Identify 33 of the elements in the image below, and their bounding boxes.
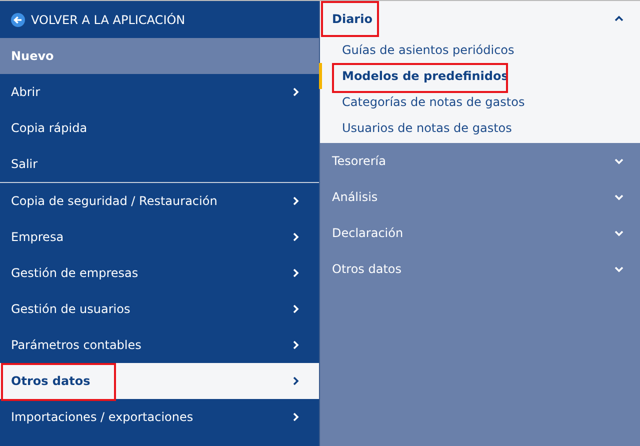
menu-item[interactable]: Importaciones / exportaciones bbox=[0, 399, 319, 435]
chevron-right-icon bbox=[291, 340, 301, 350]
submenu-section[interactable]: Diario bbox=[320, 1, 640, 37]
chevron-right-icon bbox=[291, 268, 301, 278]
menu-item[interactable]: Parámetros contables bbox=[0, 327, 319, 363]
menu-item[interactable]: Empresa bbox=[0, 219, 319, 255]
submenu-section[interactable]: Declaración bbox=[320, 215, 640, 251]
chevron-down-icon bbox=[614, 228, 624, 238]
back-arrow-icon bbox=[11, 12, 25, 26]
menu-item[interactable]: Abrir bbox=[0, 74, 319, 110]
submenu-item[interactable]: Modelos de predefinidos bbox=[320, 63, 640, 89]
chevron-right-icon bbox=[291, 412, 301, 422]
menu-item[interactable]: Copia de seguridad / Restauración bbox=[0, 183, 319, 219]
submenu-section[interactable]: Análisis bbox=[320, 179, 640, 215]
chevron-right-icon bbox=[291, 232, 301, 242]
menu-item[interactable]: Copia rápida bbox=[0, 110, 319, 146]
submenu-section[interactable]: Otros datos bbox=[320, 251, 640, 287]
menu-item[interactable]: Nuevo bbox=[0, 38, 319, 74]
menu-item[interactable]: Gestión de empresas bbox=[0, 255, 319, 291]
chevron-right-icon bbox=[291, 196, 301, 206]
chevron-up-icon bbox=[614, 14, 624, 24]
submenu-item[interactable]: Categorías de notas de gastos bbox=[320, 89, 640, 115]
chevron-down-icon bbox=[614, 192, 624, 202]
menu-item[interactable]: Gestión de usuarios bbox=[0, 291, 319, 327]
submenu-section[interactable]: Tesorería bbox=[320, 143, 640, 179]
chevron-down-icon bbox=[614, 156, 624, 166]
chevron-down-icon bbox=[614, 264, 624, 274]
submenu-item[interactable]: Usuarios de notas de gastos bbox=[320, 115, 640, 141]
submenu-item[interactable]: Guías de asientos periódicos bbox=[320, 37, 640, 63]
chevron-right-icon bbox=[291, 87, 301, 97]
chevron-right-icon bbox=[291, 304, 301, 314]
menu-item[interactable]: Otros datos bbox=[0, 363, 319, 399]
chevron-right-icon bbox=[291, 376, 301, 386]
